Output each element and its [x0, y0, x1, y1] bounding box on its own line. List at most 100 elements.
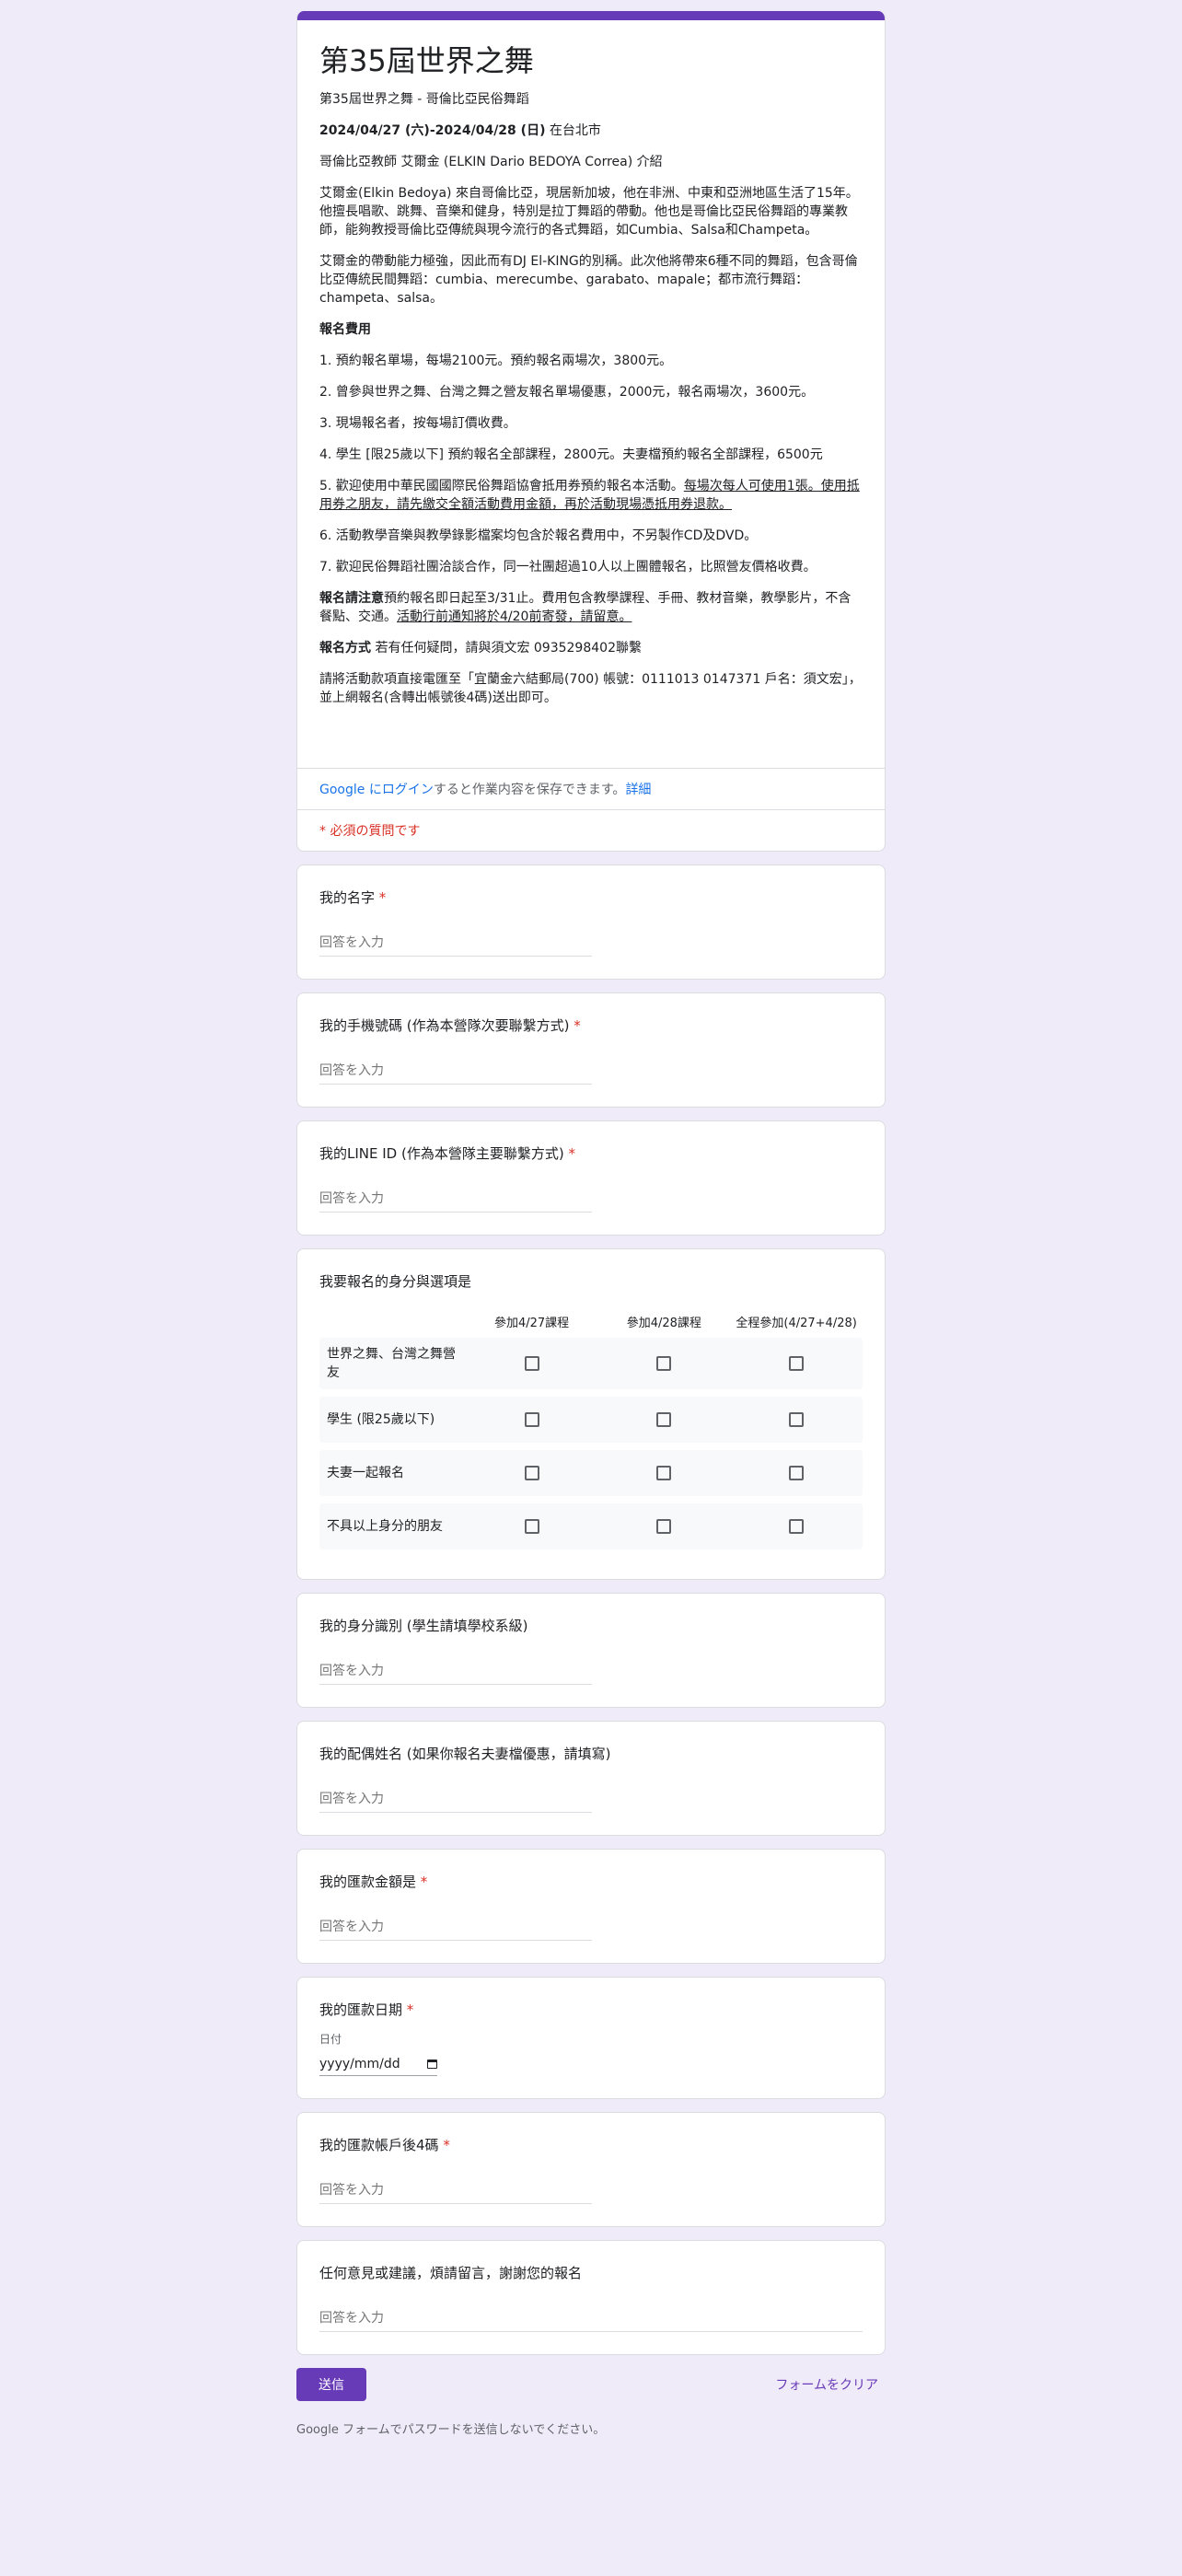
checkbox[interactable] [656, 1466, 672, 1480]
form-footer: 送信 フォームをクリア [296, 2368, 886, 2401]
grid-column-0428: 參加4/28課程 [626, 1316, 701, 1330]
checkbox[interactable] [789, 1356, 805, 1371]
accent-bar [297, 11, 885, 20]
clear-form-button[interactable]: フォームをクリア [775, 2375, 886, 2394]
form-subtitle: 第35屆世界之舞 - 哥倫比亞民俗舞蹈 [319, 92, 529, 107]
form-header-card: 第35屆世界之舞 第35屆世界之舞 - 哥倫比亞民俗舞蹈 2024/04/27 … [296, 11, 886, 852]
phone-input[interactable] [319, 1058, 592, 1085]
login-text: すると作業内容を保存できます。 [433, 783, 626, 797]
question-text: 我的匯款日期 [319, 2002, 403, 2018]
checkbox[interactable] [524, 1356, 539, 1371]
intro-paragraph-2: 艾爾金的帶動能力極強，因此而有DJ El-KING的別稱。此次他將帶來6種不同的… [319, 254, 858, 306]
grid-row-label: 世界之舞、台灣之舞營友 [327, 1347, 456, 1380]
question-label: 我的手機號碼 (作為本營隊次要聯繫方式) * [319, 1015, 863, 1036]
method-heading: 報名方式 [319, 641, 371, 656]
date-value: yyyy/mm/dd [319, 2057, 400, 2071]
fee-item-3: 3. 現場報名者，按每場訂價收費。 [319, 416, 516, 431]
grid-column-0427: 參加4/27課程 [493, 1316, 570, 1330]
method-paragraph: 報名方式 若有任何疑問，請與須文宏 0935298402聯繫 [319, 639, 863, 657]
spouse-name-input[interactable] [319, 1786, 592, 1813]
question-text: 我的匯款帳戶後4碼 [319, 2137, 439, 2153]
checkbox[interactable] [524, 1412, 539, 1427]
question-comments: 任何意見或建議，煩請留言，謝謝您的報名 [296, 2240, 886, 2355]
question-name: 我的名字 * [296, 864, 886, 980]
notice-underlined: 活動行前通知將於4/20前寄發，請留意。 [397, 609, 632, 624]
date-sublabel: 日付 [319, 2033, 342, 2046]
checkbox[interactable] [789, 1412, 805, 1427]
checkbox[interactable] [656, 1519, 672, 1534]
question-registration-grid: 我要報名的身分與選項是 參加4/27課程 參加4/28課程 全程參加(4/27+… [296, 1248, 886, 1580]
submit-button[interactable]: 送信 [296, 2368, 366, 2401]
intro-paragraph-1: 艾爾金(Elkin Bedoya) 來自哥倫比亞，現居新加坡，他在非洲、中東和亞… [319, 186, 859, 238]
question-text: 我的手機號碼 (作為本營隊次要聯繫方式) [319, 1017, 570, 1034]
grid-row-label: 夫妻一起報名 [327, 1466, 404, 1480]
checkbox[interactable] [789, 1466, 805, 1480]
question-transfer-date: 我的匯款日期 * 日付 yyyy/mm/dd [296, 1977, 886, 2099]
line-id-input[interactable] [319, 1186, 592, 1213]
fee-item-1: 1. 預約報名單場，每場2100元。預約報名兩場次，3800元。 [319, 354, 673, 368]
question-label: 我的名字 * [319, 888, 863, 908]
question-phone: 我的手機號碼 (作為本營隊次要聯繫方式) * [296, 992, 886, 1108]
grid-row-student: 學生 (限25歲以下) [319, 1397, 863, 1443]
password-warning: Google フォームでパスワードを送信しないでください。 [296, 2423, 606, 2437]
date-input[interactable]: yyyy/mm/dd [319, 2055, 437, 2076]
question-account-last4: 我的匯款帳戶後4碼 * [296, 2112, 886, 2227]
comments-input[interactable] [319, 2305, 863, 2332]
form-title: 第35屆世界之舞 [319, 43, 534, 78]
amount-input[interactable] [319, 1914, 592, 1941]
checkbox[interactable] [524, 1466, 539, 1480]
fee-item-4: 4. 學生 [限25歲以下] 預約報名全部課程，2800元。夫妻檔預約報名全部課… [319, 447, 823, 462]
event-dates-bold: 2024/04/27 (六)-2024/04/28 (日) [319, 123, 546, 138]
fee-item-7: 7. 歡迎民俗舞蹈社團洽談合作，同一社團超過10人以上團體報名，比照營友價格收費… [319, 560, 817, 574]
notice-heading: 報名請注意 [319, 591, 384, 606]
question-amount: 我的匯款金額是 * [296, 1849, 886, 1964]
name-input[interactable] [319, 930, 592, 957]
question-spouse-name: 我的配偶姓名 (如果你報名夫妻檔優惠，請填寫) [296, 1721, 886, 1836]
identity-input[interactable] [319, 1658, 592, 1685]
required-asterisk: * [443, 2137, 450, 2153]
question-label: 任何意見或建議，煩請留言，謝謝您的報名 [319, 2265, 583, 2281]
question-identity: 我的身分識別 (學生請填學校系級) [296, 1593, 886, 1708]
checkbox-grid: 參加4/27課程 參加4/28課程 全程參加(4/27+4/28) 世界之舞、台… [319, 1305, 863, 1549]
fee-item-5: 5. 歡迎使用中華民國國際民俗舞蹈協會抵用券預約報名本活動。每場次每人可使用1張… [319, 477, 863, 514]
grid-row-other: 不具以上身分的朋友 [319, 1503, 863, 1549]
grid-row-member: 世界之舞、台灣之舞營友 [319, 1338, 863, 1389]
checkbox[interactable] [524, 1519, 539, 1534]
fee-item-2: 2. 曾參與世界之舞、台灣之舞之營友報名單場優惠，2000元，報名兩場次，360… [319, 385, 815, 400]
question-label: 我的身分識別 (學生請填學校系級) [319, 1618, 528, 1634]
login-link[interactable]: Google にログイン [319, 783, 434, 797]
bank-transfer-info: 請將活動款項直接電匯至「宜蘭金六結郵局(700) 帳號：0111013 0147… [319, 672, 862, 705]
question-line-id: 我的LINE ID (作為本營隊主要聯繫方式) * [296, 1120, 886, 1236]
calendar-icon[interactable] [427, 2060, 437, 2069]
checkbox[interactable] [789, 1519, 805, 1534]
method-text: 若有任何疑問，請與須文宏 0935298402聯繫 [371, 641, 642, 656]
question-label: 我的匯款帳戶後4碼 * [319, 2135, 863, 2155]
question-label: 我的LINE ID (作為本營隊主要聯繫方式) * [319, 1143, 863, 1164]
question-text: 我的LINE ID (作為本營隊主要聯繫方式) [319, 1145, 564, 1162]
required-asterisk: * [378, 889, 387, 906]
required-asterisk: * [420, 1874, 428, 1890]
grid-row-couple: 夫妻一起報名 [319, 1450, 863, 1496]
question-label: 我的配偶姓名 (如果你報名夫妻檔優惠，請填寫) [319, 1746, 611, 1762]
checkbox[interactable] [656, 1412, 672, 1427]
grid-column-full: 全程參加(4/27+4/28) [736, 1316, 857, 1330]
grid-row-label: 不具以上身分的朋友 [327, 1519, 443, 1534]
required-asterisk: * [406, 2002, 414, 2018]
login-prompt: Google にログインすると作業内容を保存できます。詳細 [297, 768, 885, 809]
question-label: 我的匯款日期 * [319, 2000, 863, 2020]
teacher-line: 哥倫比亞教師 艾爾金 (ELKIN Dario BEDOYA Correa) 介… [319, 155, 663, 169]
required-note: * 必須の質問です [297, 809, 885, 851]
question-text: 我的匯款金額是 [319, 1874, 417, 1890]
form-container: 第35屆世界之舞 第35屆世界之舞 - 哥倫比亞民俗舞蹈 2024/04/27 … [296, 11, 886, 2437]
fee-heading: 報名費用 [319, 322, 371, 337]
question-text: 我的名字 [319, 889, 376, 906]
checkbox[interactable] [656, 1356, 672, 1371]
notice-paragraph: 報名請注意預約報名即日起至3/31止。費用包含教學課程、手冊、教材音樂，教學影片… [319, 589, 863, 626]
question-label: 我要報名的身分與選項是 [319, 1273, 472, 1290]
required-asterisk: * [568, 1145, 575, 1162]
details-link[interactable]: 詳細 [625, 783, 651, 797]
question-label: 我的匯款金額是 * [319, 1872, 863, 1892]
account-last4-input[interactable] [319, 2177, 592, 2204]
fee-item-6: 6. 活動教學音樂與教學錄影檔案均包含於報名費用中，不另製作CD及DVD。 [319, 528, 758, 543]
required-asterisk: * [574, 1017, 581, 1034]
